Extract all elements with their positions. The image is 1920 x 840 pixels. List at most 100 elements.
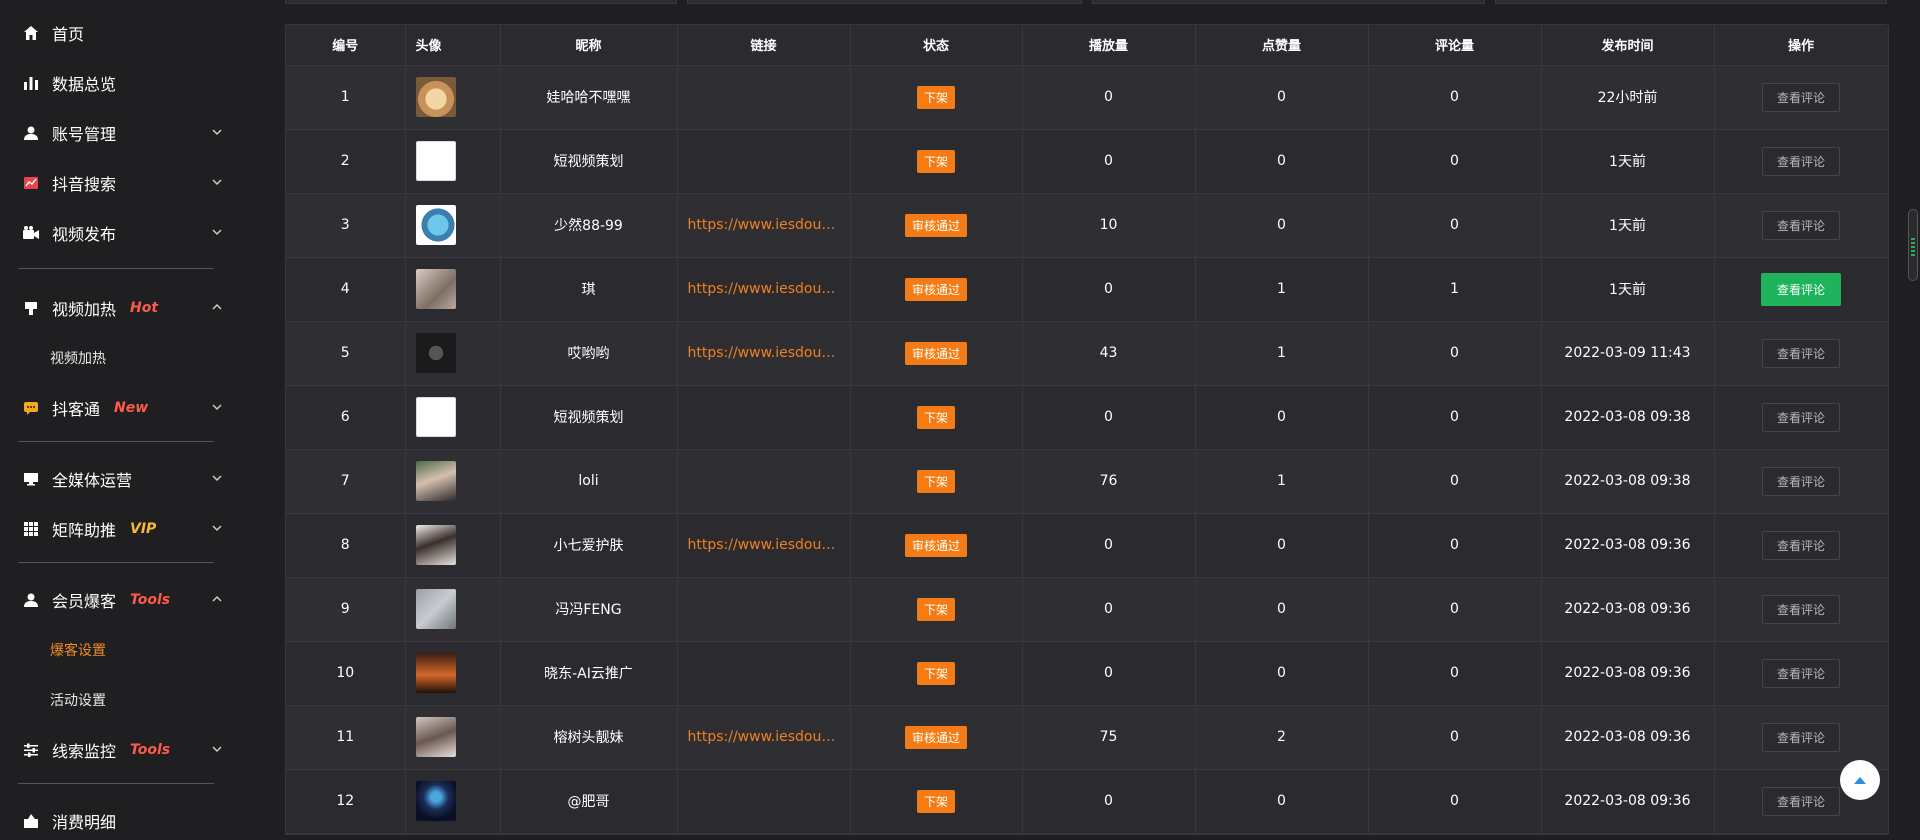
sidebar-subitem-burst-settings[interactable]: 爆客设置 <box>0 625 240 675</box>
sidebar-item-doukeotong[interactable]: 抖客通 New <box>0 383 240 433</box>
view-comments-button[interactable]: 查看评论 <box>1761 786 1840 816</box>
tools-tag: Tools <box>130 742 171 758</box>
column-header-comments[interactable]: 评论量 <box>1368 25 1542 66</box>
sidebar-item-data-overview[interactable]: 数据总览 <box>0 58 240 108</box>
cell-likes: 0 <box>1195 513 1369 578</box>
sidebar-item-label: 线索监控 <box>52 742 117 761</box>
bar-chart-icon <box>22 74 40 92</box>
filter-field[interactable] <box>285 0 677 4</box>
column-header-publish-time[interactable]: 发布时间 <box>1541 25 1715 66</box>
column-header-action[interactable]: 操作 <box>1714 25 1889 66</box>
cell-link <box>677 577 851 642</box>
cell-link[interactable]: https://www.iesdouyin.com/ <box>677 513 851 578</box>
cell-avatar <box>405 385 501 450</box>
sidebar-item-lead-monitor[interactable]: 线索监控 Tools <box>0 725 240 775</box>
cell-nickname: 琪 <box>500 257 678 322</box>
sidebar-item-douyin-search[interactable]: 抖音搜索 <box>0 158 240 208</box>
cell-link[interactable]: https://www.iesdouyin.com/ <box>677 705 851 770</box>
status-badge: 下架 <box>916 85 955 109</box>
view-comments-button[interactable]: 查看评论 <box>1761 594 1840 624</box>
cell-link[interactable]: https://www.iesdouyin.com/ <box>677 321 851 386</box>
vip-tag: VIP <box>130 521 157 537</box>
sidebar-item-member-burst[interactable]: 会员爆客 Tools <box>0 575 240 625</box>
cell-avatar <box>405 577 501 642</box>
cell-plays: 10 <box>1022 193 1196 258</box>
column-header-plays[interactable]: 播放量 <box>1022 25 1196 66</box>
sidebar-item-account-management[interactable]: 账号管理 <box>0 108 240 158</box>
cell-comments: 0 <box>1368 65 1542 130</box>
user-icon <box>22 124 40 142</box>
status-badge: 审核通过 <box>904 277 967 301</box>
filter-field[interactable] <box>1092 0 1485 4</box>
sidebar-item-matrix-boost[interactable]: 矩阵助推 VIP <box>0 504 240 554</box>
back-to-top-button[interactable] <box>1840 760 1880 800</box>
sidebar-subitem-video-boost[interactable]: 视频加热 <box>0 333 240 383</box>
chat-icon <box>22 399 40 417</box>
view-comments-button[interactable]: 查看评论 <box>1761 82 1840 112</box>
cell-link[interactable]: https://www.iesdouyin.com/ <box>677 257 851 322</box>
cell-status: 下架 <box>850 577 1023 642</box>
scrollbar-thumb[interactable] <box>1908 209 1918 281</box>
cell-plays: 43 <box>1022 321 1196 386</box>
column-header-nickname[interactable]: 昵称 <box>500 25 678 66</box>
cell-action: 查看评论 <box>1714 321 1889 386</box>
cell-link[interactable]: https://www.iesdouyin.com/ <box>677 193 851 258</box>
app-root: 首页 数据总览 账号管理 抖音搜索 视频发布 视频加热 Hot 视频加热 抖客通… <box>0 0 1920 840</box>
cell-status: 下架 <box>850 769 1023 834</box>
cell-plays: 0 <box>1022 513 1196 578</box>
sidebar-divider <box>18 562 214 563</box>
sidebar-subitem-activity-settings[interactable]: 活动设置 <box>0 675 240 725</box>
view-comments-button[interactable]: 查看评论 <box>1761 466 1840 496</box>
status-badge: 下架 <box>916 597 955 621</box>
status-badge: 审核通过 <box>904 725 967 749</box>
status-badge: 审核通过 <box>904 213 967 237</box>
cell-nickname: 短视频策划 <box>500 385 678 450</box>
cell-nickname: @肥哥 <box>500 769 678 834</box>
column-header-likes[interactable]: 点赞量 <box>1195 25 1369 66</box>
home-icon <box>22 24 40 42</box>
chevron-down-icon <box>212 475 222 482</box>
cell-id: 9 <box>286 577 406 642</box>
view-comments-button[interactable]: 查看评论 <box>1761 402 1840 432</box>
sidebar-item-label: 首页 <box>52 25 85 44</box>
column-header-status[interactable]: 状态 <box>850 25 1023 66</box>
sidebar-item-label: 矩阵助推 <box>52 521 117 540</box>
view-comments-button[interactable]: 查看评论 <box>1761 530 1840 560</box>
column-header-link[interactable]: 链接 <box>677 25 851 66</box>
view-comments-button[interactable]: 查看评论 <box>1761 146 1840 176</box>
sidebar-item-home[interactable]: 首页 <box>0 8 240 58</box>
view-comments-button[interactable]: 查看评论 <box>1760 272 1841 306</box>
view-comments-button[interactable]: 查看评论 <box>1761 722 1840 752</box>
cell-plays: 76 <box>1022 449 1196 514</box>
sidebar-item-video-publish[interactable]: 视频发布 <box>0 208 240 258</box>
table-header-row: 编号 头像 昵称 链接 状态 播放量 点赞量 评论量 发布时间 操作 <box>286 25 1889 66</box>
cell-plays: 75 <box>1022 705 1196 770</box>
cell-action: 查看评论 <box>1714 513 1889 578</box>
sidebar-item-video-boost[interactable]: 视频加热 Hot <box>0 283 240 333</box>
cell-status: 审核通过 <box>850 705 1023 770</box>
cell-comments: 0 <box>1368 641 1542 706</box>
table-row: 1 娃哈哈不嘿嘿 下架 0 0 0 22小时前 查看评论 <box>286 65 1889 130</box>
view-comments-button[interactable]: 查看评论 <box>1761 338 1840 368</box>
cell-nickname: loli <box>500 449 678 514</box>
cell-avatar <box>405 705 501 770</box>
scrollbar[interactable] <box>1906 0 1920 840</box>
sidebar-item-consumption-detail[interactable]: 消费明细 <box>0 796 240 840</box>
cell-plays: 0 <box>1022 577 1196 642</box>
column-header-avatar[interactable]: 头像 <box>405 25 501 66</box>
video-camera-icon <box>22 224 40 242</box>
cell-nickname: 少然88-99 <box>500 193 678 258</box>
chevron-down-icon <box>212 404 222 411</box>
view-comments-button[interactable]: 查看评论 <box>1761 210 1840 240</box>
filter-field[interactable] <box>687 0 1082 4</box>
cell-likes: 0 <box>1195 385 1369 450</box>
cell-plays: 0 <box>1022 129 1196 194</box>
cell-action: 查看评论 <box>1714 65 1889 130</box>
view-comments-button[interactable]: 查看评论 <box>1761 658 1840 688</box>
filter-field[interactable] <box>1495 0 1887 4</box>
column-header-id[interactable]: 编号 <box>286 25 406 66</box>
table-row: 5 哎哟哟https://www.iesdouyin.com/审核通过 431020… <box>286 321 1889 386</box>
avatar <box>415 717 456 757</box>
cell-publish-time: 2022-03-08 09:36 <box>1541 641 1715 706</box>
sidebar-item-all-media[interactable]: 全媒体运营 <box>0 454 240 504</box>
